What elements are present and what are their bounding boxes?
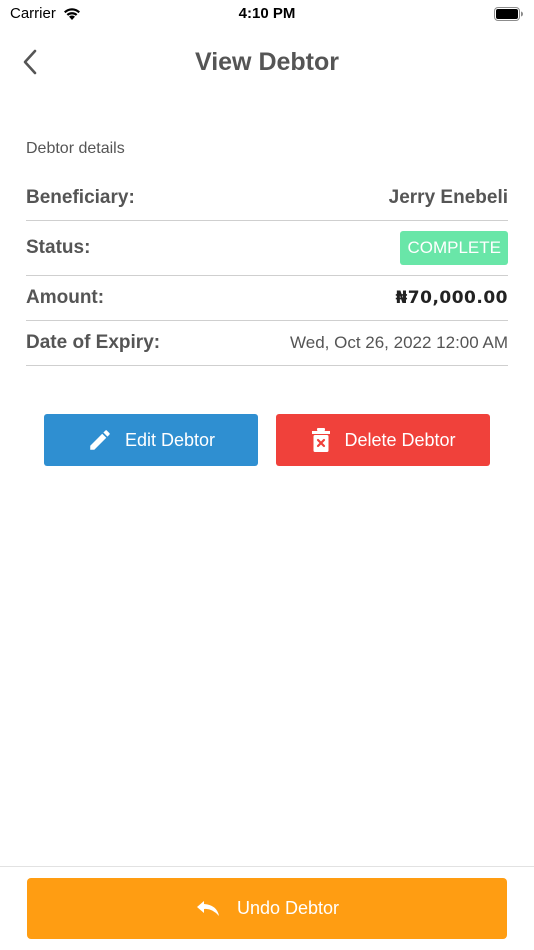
- amount-label: Amount:: [26, 287, 105, 308]
- undo-debtor-label: Undo Debtor: [236, 898, 340, 918]
- status-row: Status: COMPLETE: [26, 221, 508, 276]
- section-label: Debtor details: [26, 140, 125, 157]
- undo-icon: [196, 900, 219, 916]
- edit-debtor-button[interactable]: Edit Debtor: [44, 414, 258, 466]
- status-bar: Carrier 4:10 PM: [0, 0, 534, 28]
- expiry-row: Date of Expiry: Wed, Oct 26, 2022 12:00 …: [26, 321, 508, 366]
- beneficiary-label: Beneficiary:: [26, 187, 135, 208]
- bottom-divider: [0, 866, 534, 867]
- amount-row: Amount: ₦70,000.00: [26, 276, 508, 321]
- beneficiary-value: Jerry Enebeli: [388, 187, 508, 208]
- delete-debtor-label: Delete Debtor: [344, 429, 456, 450]
- pencil-icon: [90, 430, 110, 450]
- trash-icon: [312, 428, 331, 452]
- status-badge: COMPLETE: [400, 231, 508, 265]
- edit-debtor-label: Edit Debtor: [124, 429, 216, 450]
- beneficiary-row: Beneficiary: Jerry Enebeli: [26, 176, 508, 221]
- status-label: Status:: [26, 237, 91, 258]
- expiry-value: Wed, Oct 26, 2022 12:00 AM: [290, 333, 508, 352]
- amount-value: ₦70,000.00: [395, 288, 508, 308]
- page-title: View Debtor: [194, 48, 340, 76]
- battery-icon: [494, 7, 524, 25]
- nav-bar: View Debtor: [0, 36, 534, 88]
- undo-debtor-button[interactable]: Undo Debtor: [27, 878, 507, 939]
- expiry-label: Date of Expiry:: [26, 332, 161, 353]
- delete-debtor-button[interactable]: Delete Debtor: [276, 414, 490, 466]
- clock: 4:10 PM: [238, 5, 296, 22]
